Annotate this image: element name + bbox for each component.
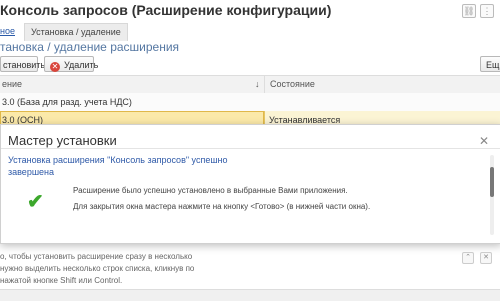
sort-down-icon[interactable]: ↓ xyxy=(255,76,260,93)
tab-install-remove[interactable]: Установка / удаление xyxy=(24,23,128,41)
hint-line-3: нажатой кнопке Shift или Control. xyxy=(0,276,123,285)
col-state-header[interactable]: Состояние xyxy=(270,76,315,93)
hint-line-1: о, чтобы установить расширение сразу в н… xyxy=(0,252,193,261)
collapse-icon[interactable]: ⌃ xyxy=(462,252,474,264)
status-bar xyxy=(0,289,500,301)
install-wizard-dialog: Мастер установки ✕ Установка расширения … xyxy=(0,124,500,244)
dialog-message-2: Для закрытия окна мастера нажмите на кно… xyxy=(73,202,371,211)
dialog-title: Мастер установки xyxy=(8,133,117,148)
row-name: 3.0 (База для разд. учета НДС) xyxy=(2,97,132,107)
delete-button[interactable]: ✕ Удалить xyxy=(44,56,98,72)
table-header: ение ↓ Состояние xyxy=(0,75,500,94)
window-title: Консоль запросов (Расширение конфигураци… xyxy=(0,2,332,18)
delete-label: Удалить xyxy=(64,60,99,70)
dialog-divider xyxy=(1,148,500,149)
checkmark-icon: ✔ xyxy=(27,191,44,213)
delete-icon: ✕ xyxy=(50,62,60,72)
dialog-scroll-thumb[interactable] xyxy=(490,167,494,197)
column-divider xyxy=(264,75,265,93)
table-row[interactable]: 3.0 (База для разд. учета НДС) xyxy=(0,93,500,112)
close-icon[interactable]: ✕ xyxy=(479,134,489,148)
dialog-message-1: Расширение было успешно установлено в вы… xyxy=(73,186,348,195)
tab-previous[interactable]: ное xyxy=(0,23,15,40)
link-icon[interactable]: ⛓ xyxy=(462,4,476,18)
hint-line-2: нужно выделить несколько строк списка, к… xyxy=(0,264,195,273)
more-icon[interactable]: ⋮ xyxy=(480,4,494,18)
close-hint-icon[interactable]: ✕ xyxy=(480,252,492,264)
col-name-header[interactable]: ение xyxy=(2,76,22,93)
section-title: тановка / удаление расширения xyxy=(0,40,180,54)
more-actions-button[interactable]: Ещ xyxy=(480,56,500,72)
dialog-headline: Установка расширения "Консоль запросов" … xyxy=(8,155,228,177)
install-button[interactable]: становить xyxy=(0,56,45,72)
